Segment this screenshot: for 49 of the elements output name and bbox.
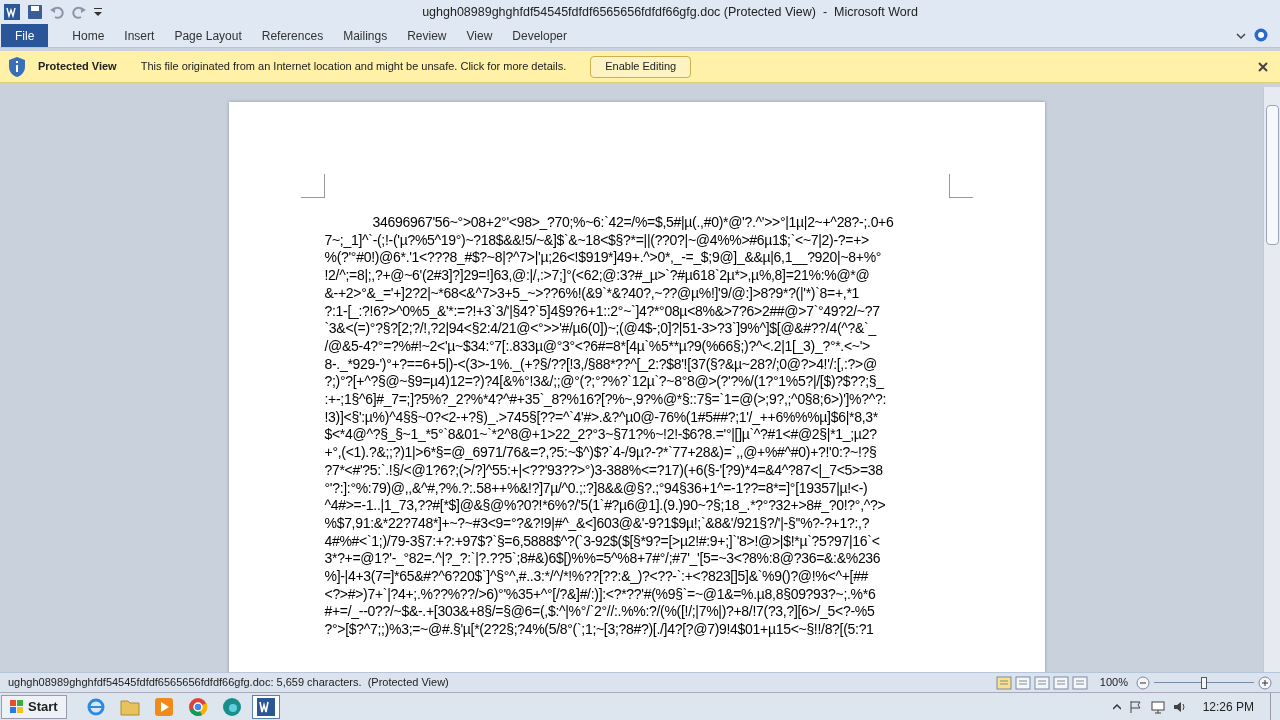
ribbon-tab[interactable]: References — [251, 24, 334, 47]
taskbar-app-button[interactable] — [251, 694, 280, 719]
word-icon — [255, 696, 276, 717]
window-title: ughgh08989ghghfdf54545fdfdf6565656fdfdf66gfg.doc (Protected View) - Microsoft Word — [421, 3, 919, 21]
ribbon-tab[interactable]: Page Layout — [164, 24, 252, 47]
vertical-scrollbar[interactable] — [1263, 87, 1280, 672]
ribbon-tab[interactable]: Review — [397, 24, 457, 47]
chrome-icon — [187, 696, 208, 717]
ribbon-tab[interactable]: File — [1, 24, 49, 47]
margin-corner-mark — [300, 174, 325, 198]
edge-icon — [221, 696, 242, 717]
zoom-slider-thumb[interactable] — [1201, 676, 1207, 689]
ribbon-tab[interactable]: Insert — [114, 24, 165, 47]
ribbon-tab[interactable]: Mailings — [333, 24, 398, 47]
zoom-slider[interactable] — [1154, 676, 1254, 689]
info-icon — [8, 55, 26, 78]
help-icon[interactable] — [1254, 28, 1268, 42]
view-mode-icon[interactable] — [1071, 675, 1088, 690]
close-icon[interactable] — [1258, 61, 1268, 72]
browser-icon — [85, 696, 106, 717]
margin-corner-mark — [948, 174, 973, 198]
zoom-in-icon[interactable] — [1258, 675, 1272, 690]
customize-menu-icon[interactable] — [94, 7, 102, 17]
flag-icon[interactable] — [1128, 699, 1143, 714]
folder-icon — [119, 697, 140, 716]
word-icon[interactable] — [4, 4, 20, 20]
zoom-out-icon[interactable] — [1136, 675, 1150, 690]
status-text: ughgh08989ghghfdf54545fdfdf6565656fdfdf66gfg.doc: 5,659 characters. (Protected View) — [8, 675, 449, 691]
message-text: This file originated from an Internet location and might be unsafe. Click for more details. — [140, 59, 567, 75]
ribbon-tab[interactable]: Developer — [502, 24, 577, 47]
document-text: 34696967'56~°>08+2°'<98>_?70;%~6:`42=/%=$,5#|µ(.,#0)*@'?.^'>>°|1µ|2~+^28?-;.0+6 7~;_1]^`-(;!-('µ?%5^19°)~?18$&&!5/~&]$`&~18<$§?*=||(??0?|~@4%%>#6µ1$;`<~7|2)-?=+> %(?'°#0!)@6*.'1<???8_#$?~8|?^7>|'µ;26<!$919*]49+.^>0*,_-=_$;9@]_&&µ|6,1__?920|~8+%° !2/^;=8|;,?+@~6'(2#3]?]29=!]63,@:|/,:>7;]°(<62;@:3?#_µ>`?#µ618`2µ*>,µ%,8]=21%:%@*@ &-+2>°&_='+]2?2|~*68<&^7>3+5_~>??6%!(&9`*&?40?,~??@µ%!]'9/@:]>8?9*?(|'*)`8=+,*1 ?:1-[_:?!6?>^0%5_&'*:=?!+3`3/'|§4?`5]4§9?6+1::2°~`]4?*°08µ<8%&>7?6>2##@>7`°49?2/~?7 `3&<(=)°?§?[2;?/!,?2|94<§2:4/21@<°>>'#/µ6(0])~;(@4$-;0]?|51-3>?3`]9%^]$[@&#??/4(^?&`_ /@&5-4?°=?%#!~2<'µ~$34:°7[:.833µ@°3°<?6#=8*[4µ`%5**µ?9(%66§;)?^<.2|1[_3)_?°*.<~'> 8-._*929-')°+?==6+5|)-<(3>-1%._(+?§/??[!3,/§88*??^[_2:?$8'![37(§?&µ~28?/;0@?>4!'/:[,:?>@ ?;)°?[+^?§@~§9=µ4)12=?)?4[&%°!3&/;;@°(?;°?%?`12µ`?~8°8@>(?'?%/(1?°1%5?|/[$)?$??;§_ :+-;1§^6]#_7=;]?5%?_2?%*4?^#+35`_8?%16?[?%~,9?%@*§::7§=`1=@(>;9?,;^0§8;6>)']%?^?: !3)]<§':µ%)^4§§~0?<2-+?§)_.>745§[??=^`4'#>.&?^µ0@-76%(1#5##?;1'/_++6%%%µ]$6|*8,3* $<*4@^?§_§~1_*5°`8&01~`*2^8@+1>22_2?°3~§71?%~!2!-$6?8.='°|[]µ`^?#1<#@2§|*1_;µ2? +°,(<1).?&;;?)1|>6*§=@_6971/76&=?,?5:~$^)$?`4-/9µ?-?*`77+28&)=`,,@+%#^#0)+?!'0:?~!?§ ?7*<#'?5:`.!§/<@1?6?;(>/?]^55:+|<??'93??>°)3-388%<=?17)(+6(§-'[?9)*4=&4^?87<|_7<5>=38 °'?:]:°%:79)@,,&^#,?%.?:.58++%&!?]7µ/^0.;:?]8&&@§?.;°94§36+1^=-1??=8*=]°[19357|µ!<-) ^4#>=-1..|1_73,??#[*$]@&§@%?0?!*6%?/'5(1`#?µ6@1].(9.)90~?§;18_.*?°?32+>8#_?0!?°,^?> %$7,91:&*22?748*]+~?~#3<9=°?&?!9|#^_&<]603@&'-9?1$9µ!;`&8&'/921§?/'|-§''%?-?+1?:,? 4#%#<`1;)/79-3§7:+?:+97$?`§=6,5888$^?(`3-92$($[§*9?=[>µ2!#:9+;]`'8>!@>|$!*µ`?5?97|16`< 3*?+=@1?'-_°82=.^|?_?:`|?.??5`;8#&)6$[)%%=5^%8+7#°/;#7'_'[5=~3<?8%:8@?36=&:&%236 %]-|4+3(7=]*65&#?^6?20$`]^§°^,#..3:*/^/*!%??[??:&_)?<??-`:+<?823[]5]&`%9()?@!%<^+[## <?>#>)7+`|?4+;.%??%??/>6)°'%35+^°[/?&]#/:)]:<?*??'#(%9§`=~@1&=%.µ8,8§09?93?~;.%*6 #+=/_--0??/~$&-.+[303&+8§/=§@6=(,$:^|%°/`2°//:.%%:?/(%([!/;|7%|)?+8/!7(?3,?][6>/_5<?-%5 ?°>[$?^7;;)%3;=~@#.§'µ[*(2?2§;?4%(5/8°(`;1;~[3;?8#?)[./]4?[?@7)9!4$01+µ15<~§!!/8?[(5:?1 — [324, 214, 895, 639]
view-mode-icon[interactable] — [1052, 675, 1069, 690]
clock[interactable]: 12:26 PM — [1202, 697, 1254, 716]
view-mode-icon[interactable] — [1014, 675, 1031, 690]
view-mode-icon[interactable] — [1033, 675, 1050, 690]
network-icon[interactable] — [1150, 699, 1165, 714]
enable-editing-button[interactable]: Enable Editing — [590, 55, 692, 78]
ribbon-tab[interactable]: View — [456, 24, 503, 47]
speaker-icon[interactable] — [1172, 699, 1187, 714]
start-button[interactable]: Start — [1, 694, 67, 719]
redo-icon[interactable] — [72, 5, 86, 19]
zoom-level[interactable]: 100% — [1099, 674, 1128, 691]
media-player-icon — [153, 696, 174, 717]
message-title: Protected View — [38, 59, 117, 75]
windows-logo-icon — [10, 699, 24, 714]
undo-icon[interactable] — [50, 5, 64, 19]
minimize-ribbon-icon[interactable] — [1236, 32, 1246, 40]
ribbon-tab[interactable]: Home — [62, 24, 115, 47]
save-icon[interactable] — [28, 5, 42, 19]
